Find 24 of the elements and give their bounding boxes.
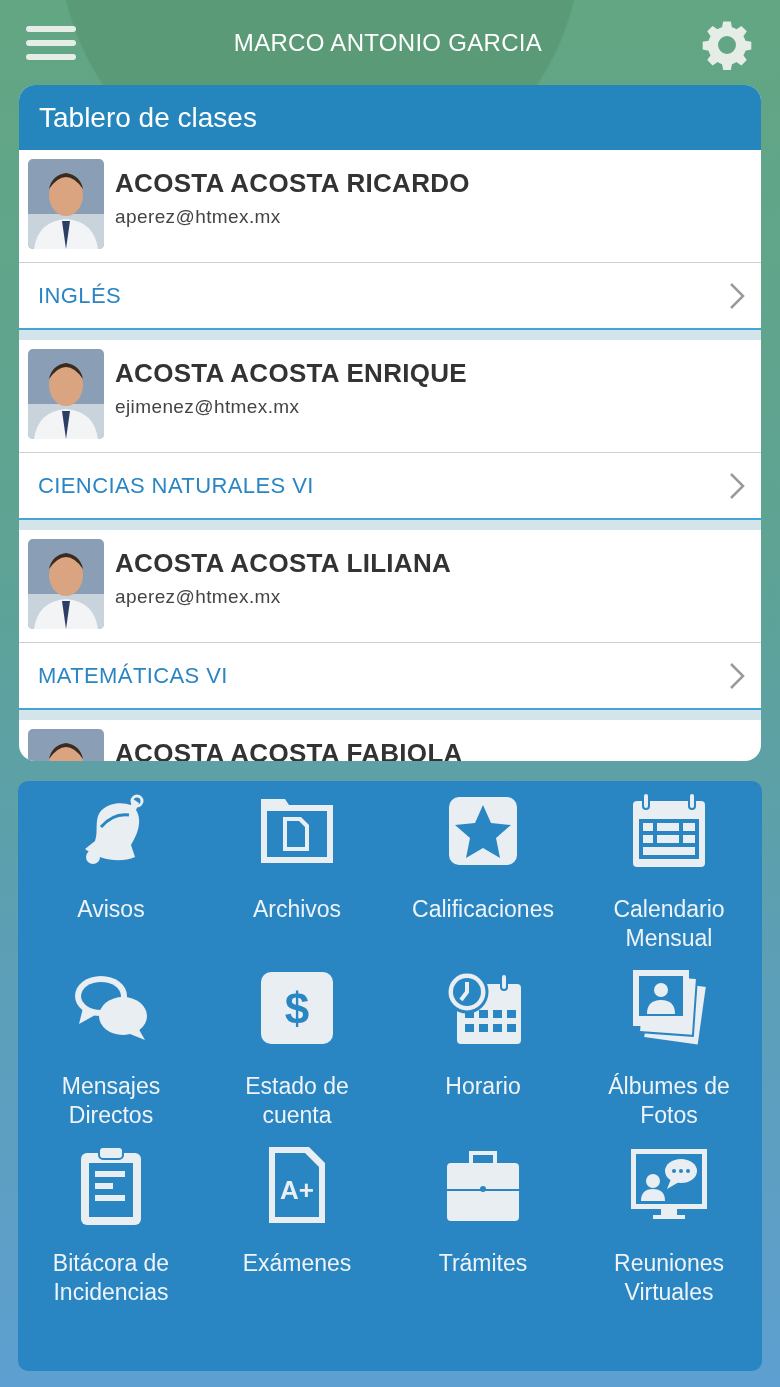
teacher-name: ACOSTA ACOSTA ENRIQUE [115,358,467,389]
teacher-email: aperez@htmex.mx [115,206,282,228]
teacher-email: aperez@htmex.mx [115,586,282,608]
chevron-icon [729,471,745,500]
menu-tile[interactable]: $ Estado de cuenta [204,968,390,1145]
menu-tile[interactable]: Álbumes de Fotos [576,968,762,1145]
teacher-email: ejimenez@htmex.mx [115,396,301,418]
menu-tile[interactable]: Trámites [390,1145,576,1322]
menu-button[interactable] [26,23,76,62]
menu-tile[interactable]: Avisos [18,791,204,968]
chevron-icon [729,281,745,310]
menu-tile[interactable]: Reuniones Virtuales [576,1145,762,1322]
board-title: Tablero de clases [39,101,257,134]
teacher-name: ACOSTA ACOSTA RICARDO [115,168,470,199]
teacher-name: ACOSTA ACOSTA LILIANA [115,548,452,579]
menu-tile[interactable]: Bitácora de Incidencias [18,1145,204,1322]
menu-tile[interactable]: Calificaciones [390,791,576,968]
chevron-icon [729,661,745,690]
menu-tile[interactable]: Mensajes Directos [18,968,204,1145]
menu-tile[interactable]: Archivos [204,791,390,968]
menu-tile[interactable]: A+ Exámenes [204,1145,390,1322]
menu-tile[interactable]: Calendario Mensual [576,791,762,968]
menu-tile[interactable]: Horario [390,968,576,1145]
user-name: MARCO ANTONIO GARCIA [233,28,543,57]
